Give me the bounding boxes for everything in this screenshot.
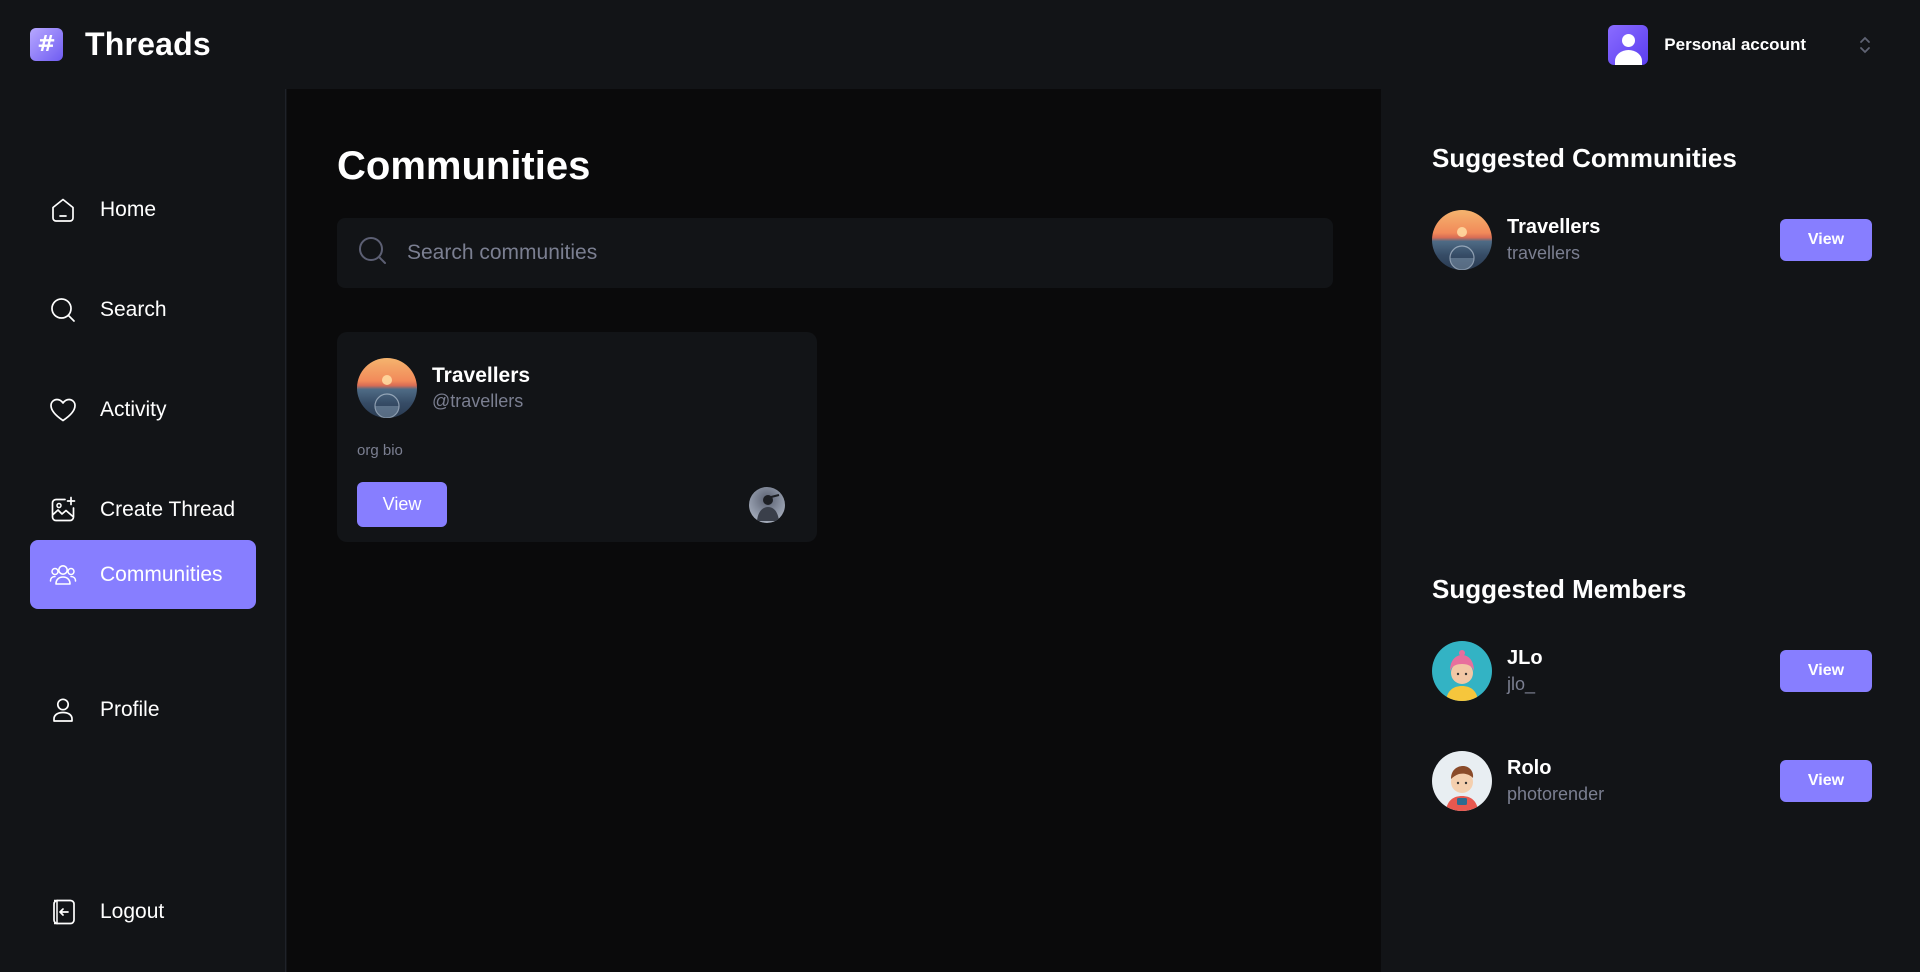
member-name: Rolo bbox=[1507, 757, 1552, 779]
sidebar-item-profile[interactable]: Profile bbox=[30, 675, 256, 744]
sidebar-item-label: Communities bbox=[100, 562, 223, 586]
member-handle: jlo_ bbox=[1507, 674, 1536, 694]
member-avatar bbox=[1432, 751, 1492, 811]
brand[interactable]: # Threads bbox=[30, 26, 211, 63]
sidebar-item-home[interactable]: Home bbox=[30, 175, 256, 244]
community-handle: @travellers bbox=[432, 391, 524, 411]
suggested-community-row: Travellers travellers View bbox=[1432, 210, 1872, 272]
sidebar-item-activity[interactable]: Activity bbox=[30, 375, 256, 444]
suggested-members-title: Suggested Members bbox=[1432, 574, 1687, 604]
member-name: JLo bbox=[1507, 647, 1543, 669]
threads-logo-icon: # bbox=[30, 28, 63, 61]
sidebar-item-label: Activity bbox=[100, 397, 167, 421]
chevron-up-down-icon bbox=[1858, 33, 1872, 57]
users-icon bbox=[48, 560, 78, 590]
sidebar-item-search[interactable]: Search bbox=[30, 275, 256, 344]
logout-label: Logout bbox=[100, 899, 165, 923]
sidebar-item-label: Search bbox=[100, 297, 167, 321]
account-avatar bbox=[1608, 24, 1649, 65]
logout-icon bbox=[48, 897, 78, 927]
community-name: Travellers bbox=[432, 364, 531, 387]
left-sidebar: Home Search Activity Create Thread Commu… bbox=[0, 89, 286, 972]
heart-icon bbox=[48, 395, 78, 425]
home-icon bbox=[48, 195, 78, 225]
suggested-communities-title: Suggested Communities bbox=[1432, 143, 1737, 173]
topbar: # Threads Personal account bbox=[0, 0, 1920, 89]
user-icon bbox=[48, 695, 78, 725]
sidebar-item-label: Home bbox=[100, 197, 157, 221]
search-input[interactable] bbox=[407, 241, 1307, 265]
right-sidebar: Suggested Communities Travellers travell… bbox=[1382, 89, 1920, 972]
account-label: Personal account bbox=[1664, 34, 1806, 54]
member-avatar bbox=[1432, 641, 1492, 701]
community-bio: org bio bbox=[357, 442, 403, 459]
community-view-button[interactable]: View bbox=[1780, 219, 1872, 261]
member-handle: photorender bbox=[1507, 784, 1605, 804]
community-view-button[interactable]: View bbox=[357, 482, 447, 527]
search-icon bbox=[48, 295, 78, 325]
sidebar-item-communities[interactable]: Communities bbox=[30, 540, 256, 609]
member-avatar bbox=[749, 487, 785, 523]
page-title: Communities bbox=[337, 144, 591, 188]
image-plus-icon bbox=[48, 495, 78, 525]
community-avatar bbox=[357, 358, 417, 418]
search-bar[interactable] bbox=[337, 218, 1333, 288]
community-name: Travellers bbox=[1507, 216, 1601, 238]
account-switcher[interactable]: Personal account bbox=[1608, 24, 1872, 65]
main-content: Communities Travellers @travellers org b… bbox=[287, 89, 1381, 972]
brand-title: Threads bbox=[85, 26, 211, 62]
community-handle: travellers bbox=[1507, 243, 1581, 263]
suggested-member-row: Rolo photorender View bbox=[1432, 751, 1872, 813]
member-view-button[interactable]: View bbox=[1780, 650, 1872, 692]
community-card: Travellers @travellers org bio View bbox=[337, 332, 817, 542]
sidebar-item-create-thread[interactable]: Create Thread bbox=[30, 475, 256, 544]
sidebar-item-label: Create Thread bbox=[100, 497, 236, 521]
logout-button[interactable]: Logout bbox=[30, 877, 256, 946]
community-avatar bbox=[1432, 210, 1492, 270]
suggested-member-row: JLo jlo_ View bbox=[1432, 641, 1872, 703]
member-view-button[interactable]: View bbox=[1780, 760, 1872, 802]
sidebar-item-label: Profile bbox=[100, 697, 160, 721]
search-icon bbox=[357, 235, 389, 272]
